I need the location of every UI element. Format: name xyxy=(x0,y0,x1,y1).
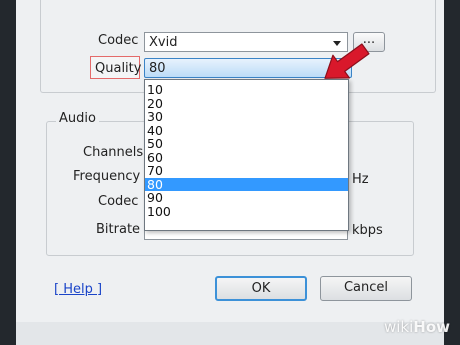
red-arrow-annotation xyxy=(324,43,370,79)
frequency-unit: Hz xyxy=(352,172,369,187)
quality-option[interactable]: 30 xyxy=(145,110,348,124)
help-link[interactable]: [ Help ] xyxy=(54,282,102,297)
quality-option[interactable]: 90 xyxy=(145,191,348,205)
watermark-wiki-text: wiki xyxy=(383,318,414,336)
frequency-label: Frequency xyxy=(73,169,141,184)
channels-label: Channels xyxy=(83,145,144,160)
window-frame-right xyxy=(444,0,460,345)
quality-option[interactable]: 100 xyxy=(145,204,348,219)
quality-option[interactable]: 40 xyxy=(145,123,348,138)
cancel-button[interactable]: Cancel xyxy=(320,276,412,301)
quality-option[interactable]: 20 xyxy=(145,96,348,111)
audio-codec-label: Codec xyxy=(98,194,139,209)
codec-label: Codec xyxy=(98,33,139,48)
quality-option[interactable]: 60 xyxy=(145,150,348,165)
quality-option[interactable]: 80 xyxy=(145,177,348,191)
quality-dropdown-list[interactable]: 10 20 30 40 50 60 70 80 90 100 xyxy=(144,79,349,231)
partial-type-label xyxy=(112,0,134,6)
quality-value: 80 xyxy=(149,61,166,76)
bitrate-label: Bitrate xyxy=(96,222,141,237)
wikihow-watermark: wikiHow xyxy=(384,318,450,336)
watermark-how-text: How xyxy=(413,318,450,336)
quality-option[interactable]: 50 xyxy=(145,137,348,151)
quality-label: Quality xyxy=(95,61,142,76)
dialog-bottom-strip xyxy=(16,322,444,345)
audio-group-title: Audio xyxy=(56,111,99,126)
window-frame-left xyxy=(0,0,16,345)
codec-value: Xvid xyxy=(149,35,178,50)
bitrate-unit: kbps xyxy=(352,223,383,238)
quality-option[interactable]: 70 xyxy=(145,164,348,178)
ok-button[interactable]: OK xyxy=(215,276,307,301)
